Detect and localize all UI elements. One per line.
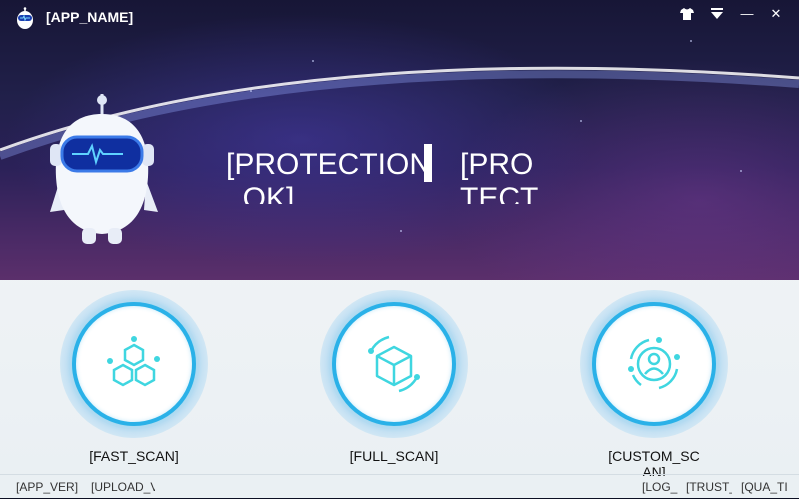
- protection-status-text: [PROTECTION_OK]: [226, 148, 432, 204]
- quarantine-link[interactable]: [QUA_TI: [741, 480, 791, 494]
- trust-link[interactable]: [TRUST_: [686, 480, 732, 494]
- shirt-icon: [680, 8, 694, 20]
- close-button[interactable]: ✕: [765, 5, 787, 23]
- full-scan-button[interactable]: [FULL_SCAN]: [314, 286, 474, 476]
- custom-scan-button[interactable]: [CUSTOM_SCAN]: [574, 286, 734, 476]
- upload-link[interactable]: [UPLOAD_V: [91, 480, 155, 494]
- log-link[interactable]: [LOG_: [642, 480, 678, 494]
- minimize-button[interactable]: —: [736, 5, 758, 23]
- hero-banner: [APP_NAME] — ✕ [PROTECTION_OK] [PROTECT: [0, 0, 799, 280]
- menu-button[interactable]: [706, 5, 728, 23]
- footer-bar: [APP_VER] [UPLOAD_V [LOG_ [TRUST_ [QUA_T…: [0, 474, 799, 499]
- cube-icon: [368, 335, 420, 393]
- minimize-icon: —: [740, 6, 754, 21]
- protection-detail-text: [PROTECTI: [460, 148, 539, 204]
- fast-scan-label: [FAST_SCAN]: [89, 448, 179, 464]
- scan-panel: [FAST_SCAN] [FULL_SCAN] [CUSTOM_SCAN]: [0, 280, 799, 498]
- hexagon-molecule-icon: [107, 336, 160, 387]
- menu-dropdown-icon: [711, 8, 723, 19]
- app-title: [APP_NAME]: [46, 9, 134, 25]
- user-target-icon: [628, 337, 680, 390]
- skin-button[interactable]: [676, 5, 698, 23]
- status-divider: [424, 144, 432, 182]
- app-version-text: [APP_VER]: [16, 480, 79, 494]
- close-icon: ✕: [770, 6, 782, 21]
- title-bar: [APP_NAME] — ✕: [0, 0, 799, 34]
- robot-mascot-icon: [50, 94, 158, 244]
- fast-scan-button[interactable]: [FAST_SCAN]: [54, 286, 214, 476]
- full-scan-label: [FULL_SCAN]: [349, 448, 439, 464]
- app-logo-icon: [17, 7, 33, 29]
- custom-scan-label: [CUSTOM_SCAN]: [608, 448, 700, 476]
